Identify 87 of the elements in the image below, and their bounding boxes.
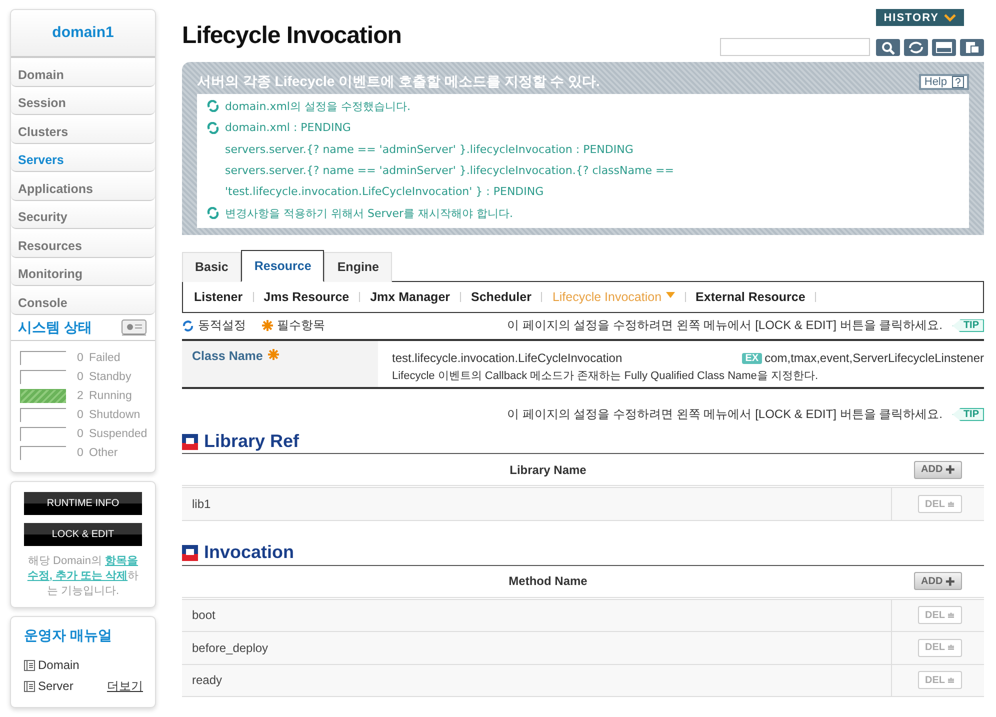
- sidebar-item[interactable]: Monitoring: [11, 258, 155, 286]
- subtab[interactable]: Listener: [194, 290, 243, 304]
- status-count: 0: [77, 352, 84, 364]
- history-button[interactable]: HISTORY: [876, 9, 964, 26]
- tab[interactable]: Resource: [241, 250, 324, 282]
- table-cell-text: boot: [191, 607, 216, 624]
- question-icon: [952, 76, 964, 88]
- section-title: Invocation: [204, 542, 294, 564]
- book-icon: [24, 660, 35, 670]
- field-label: Class Name: [192, 349, 263, 364]
- status-count: 2: [77, 390, 84, 402]
- refresh-icon[interactable]: [904, 38, 928, 56]
- sidebar-item[interactable]: Servers: [11, 144, 155, 172]
- export-icon[interactable]: [960, 38, 984, 56]
- search-icon[interactable]: [876, 38, 900, 56]
- tab[interactable]: Basic: [182, 252, 242, 282]
- sidebar-item[interactable]: Clusters: [11, 115, 155, 144]
- manual-link[interactable]: Domain: [38, 658, 80, 672]
- field-description: Lifecycle 이벤트의 Callback 메소드가 존재하는 Fully Qualified Class Name을 지정한다.: [392, 369, 820, 384]
- domain-title: domain1: [11, 10, 155, 58]
- tip-badge: TIP: [952, 408, 984, 422]
- status-count: 0: [77, 446, 84, 458]
- column-header: Method Name: [508, 574, 588, 588]
- tip-text: 이 페이지의 설정을 수정하려면 왼쪽 메뉴에서 [LOCK & EDIT] 버튼을 클릭하세요.: [507, 406, 942, 424]
- section-title: 시스템 상태: [18, 318, 92, 336]
- more-link[interactable]: 더보기: [107, 678, 143, 694]
- refresh-icon: [207, 100, 219, 112]
- sidebar-item[interactable]: Security: [11, 200, 155, 229]
- subtab[interactable]: External Resource: [696, 290, 806, 304]
- section-title: 운영자 매뉴얼: [24, 626, 113, 644]
- legend-label: 필수항목: [277, 317, 325, 334]
- plus-icon: [944, 576, 955, 586]
- example-text: com,tmax,event,ServerLifecycleLinstener: [764, 351, 984, 366]
- section-icon: [182, 544, 198, 561]
- status-count: 0: [77, 370, 84, 382]
- column-header: Library Name: [508, 462, 588, 477]
- table-cell-text: ready: [191, 672, 224, 690]
- status-count: 0: [77, 408, 84, 420]
- table-cell-text: lib1: [191, 496, 212, 514]
- legend-label: 동적설정: [198, 317, 246, 334]
- sidebar-item[interactable]: Resources: [11, 229, 155, 258]
- search-field[interactable]: [720, 38, 870, 56]
- status-label: Shutdown: [89, 408, 140, 420]
- status-label: Failed: [89, 352, 120, 364]
- example-badge: EX: [742, 352, 762, 364]
- status-label: Other: [89, 446, 118, 458]
- monitor-icon[interactable]: [121, 318, 147, 336]
- subtab[interactable]: Scheduler: [471, 290, 532, 304]
- subtab[interactable]: Jms Resource: [264, 290, 350, 304]
- caret-icon: [666, 292, 675, 298]
- section-icon: [182, 434, 198, 450]
- help-note: 해당 Domain의 항목을 수정, 추가 또는 삭제하는 기능입니다.: [26, 554, 140, 598]
- table-cell-text: before_deploy: [191, 640, 270, 657]
- message-text: 'test.lifecycle.invocation.LifeCycleInvocation' } : PENDING: [225, 185, 544, 198]
- xml-file-icon[interactable]: [932, 38, 956, 56]
- status-label: Standby: [89, 370, 132, 382]
- status-label: Suspended: [89, 428, 148, 440]
- action-button[interactable]: LOCK & EDIT: [24, 522, 142, 546]
- sidebar-item[interactable]: Applications: [11, 172, 155, 200]
- message-text: domain.xml : PENDING: [225, 121, 351, 134]
- help-button[interactable]: Help: [919, 74, 969, 90]
- message-text: 변경사항을 적용하기 위해서 Server를 재시작해야 합니다.: [225, 206, 514, 221]
- page-title: Lifecycle Invocation: [182, 22, 402, 51]
- chevron-icon: [944, 14, 956, 22]
- action-button[interactable]: RUNTIME INFO: [24, 492, 142, 514]
- refresh-icon: [207, 207, 219, 220]
- status-count: 0: [77, 428, 84, 440]
- sidebar-item[interactable]: Console: [11, 286, 155, 314]
- status-label: Running: [89, 390, 132, 402]
- info-title: 서버의 각종 Lifecycle 이벤트에 호출할 메소드를 지정할 수 있다.: [197, 72, 600, 91]
- message-text: domain.xml의 설정을 수정했습니다.: [225, 98, 410, 114]
- tip-text: 이 페이지의 설정을 수정하려면 왼쪽 메뉴에서 [LOCK & EDIT] 버튼을 클릭하세요.: [507, 317, 942, 334]
- tip-badge: TIP: [952, 319, 984, 332]
- book-icon: [24, 680, 35, 692]
- message-text: servers.server.{? name == 'adminServer' }.lifecycleInvocation.{? className ==: [225, 164, 674, 177]
- tab[interactable]: Engine: [324, 252, 392, 282]
- message-text: servers.server.{? name == 'adminServer' }.lifecycleInvocation : PENDING: [225, 142, 634, 156]
- field-value: test.lifecycle.invocation.LifeCycleInvocation: [392, 351, 622, 366]
- sidebar-item[interactable]: Session: [11, 86, 155, 115]
- refresh-icon: [182, 320, 194, 332]
- section-title: Library Ref: [204, 431, 300, 452]
- subtab[interactable]: Jmx Manager: [370, 290, 450, 304]
- sidebar-item[interactable]: Domain: [11, 58, 155, 86]
- refresh-icon: [207, 122, 219, 134]
- plus-icon: [944, 464, 955, 476]
- asterisk-icon: [262, 320, 273, 332]
- manual-link[interactable]: Server: [38, 679, 74, 693]
